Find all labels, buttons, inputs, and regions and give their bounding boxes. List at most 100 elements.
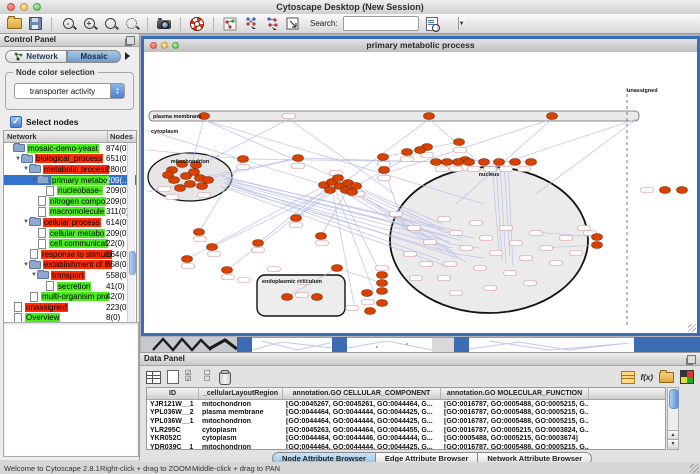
tree-row[interactable]: ▼primary metabo209(... (4, 175, 136, 186)
network-node[interactable] (207, 244, 218, 251)
tree-row[interactable]: ▼establishment of lo558(0) (4, 260, 136, 271)
tree-row[interactable]: macromolecule311(0) (4, 207, 136, 218)
tree-row[interactable]: secretion41(0) (4, 281, 136, 292)
import-table-icon[interactable] (621, 371, 635, 384)
column-header[interactable]: annotation.GO CELLULAR_COMPONENT (283, 388, 441, 399)
network-node[interactable] (377, 272, 388, 279)
network-window-titlebar[interactable]: primary metabolic process (144, 39, 697, 53)
new-attribute-icon[interactable] (167, 370, 179, 384)
window-fragment[interactable] (252, 337, 332, 352)
network-node[interactable] (377, 280, 388, 287)
network-node[interactable] (424, 113, 435, 120)
table-scrollbar[interactable]: ▲ ▼ (667, 387, 679, 450)
minimize-window-icon[interactable] (20, 3, 28, 11)
float-panel-icon[interactable] (687, 355, 696, 364)
matrix-heatmap-icon[interactable] (680, 370, 694, 384)
network-node[interactable] (660, 187, 671, 194)
network-node[interactable] (365, 308, 376, 315)
table-scrollbar-thumb[interactable] (669, 389, 679, 409)
zoom-in-icon[interactable]: + (81, 16, 97, 32)
tree-row[interactable]: ▼transport558(0) (4, 270, 136, 281)
window-resize-grip[interactable] (688, 324, 696, 332)
network-node[interactable] (454, 139, 465, 146)
unselect-attributes-icon[interactable] (204, 371, 213, 383)
network-node[interactable] (431, 159, 442, 166)
birds-eye-view[interactable] (3, 322, 139, 457)
tree-row[interactable]: multi-organism pro42(0) (4, 291, 136, 302)
select-nodes-checkbox[interactable]: ✓ (10, 116, 22, 128)
app-resize-grip[interactable] (690, 464, 699, 473)
network-node[interactable] (379, 167, 390, 174)
network-node[interactable] (332, 265, 343, 272)
network-node[interactable] (291, 215, 302, 222)
tree-row[interactable]: ▼metabolic process280(0) (4, 164, 136, 175)
tree-row[interactable]: unassigned223(0) (4, 302, 136, 313)
float-panel-icon[interactable] (126, 36, 135, 45)
table-row[interactable]: YPL036W__2plasma membrane[GO:0044464, GO… (147, 409, 665, 418)
window-fragment[interactable] (634, 337, 700, 352)
tree-row[interactable]: cellular metabo209(0) (4, 228, 136, 239)
zoom-window-icon[interactable] (172, 42, 179, 49)
select-attributes-icon[interactable] (185, 371, 198, 383)
window-fragment[interactable] (469, 337, 634, 352)
tree-scrollbar-thumb[interactable] (129, 251, 136, 275)
formula-fx-icon[interactable]: f(x) (641, 373, 653, 382)
more-tabs-arrow-icon[interactable] (125, 52, 130, 60)
network-a-icon[interactable] (222, 16, 238, 32)
network-node[interactable] (362, 290, 373, 297)
network-node[interactable] (402, 149, 413, 156)
zoom-fit-icon[interactable] (102, 16, 118, 32)
network-node[interactable] (203, 177, 214, 184)
column-header[interactable]: ID (147, 388, 199, 399)
network-node[interactable] (510, 159, 521, 166)
tree-row[interactable]: cell communicat22(0) (4, 238, 136, 249)
network-node[interactable] (222, 267, 233, 274)
network-node[interactable] (182, 256, 193, 263)
tree-row[interactable]: ▼biological_process651(0) (4, 154, 136, 165)
network-node[interactable] (377, 288, 388, 295)
plasma-membrane-region[interactable] (149, 111, 639, 121)
network-node[interactable] (442, 159, 453, 166)
network-node[interactable] (453, 159, 464, 166)
network-node[interactable] (526, 159, 537, 166)
open-session-icon[interactable] (6, 16, 22, 32)
network-node[interactable] (293, 155, 304, 162)
tree-row[interactable]: mosaic-demo-yeast874(0) (4, 143, 136, 154)
window-fragment[interactable] (454, 337, 469, 352)
network-node[interactable] (378, 154, 389, 161)
tree-row[interactable]: nucleobase-209(0) (4, 185, 136, 196)
network-node[interactable] (194, 229, 205, 236)
snapshot-camera-icon[interactable] (156, 16, 172, 32)
delete-attribute-icon[interactable] (219, 372, 231, 385)
zoom-window-icon[interactable] (33, 3, 41, 11)
close-window-icon[interactable] (7, 3, 15, 11)
tree-scrollbar[interactable] (127, 143, 135, 332)
network-node[interactable] (163, 172, 174, 179)
tree-header-nodes[interactable]: Nodes (108, 131, 136, 142)
search-dropdown-arrow-icon[interactable]: ▼ (458, 17, 465, 30)
network-node[interactable] (333, 175, 344, 182)
network-node[interactable] (415, 147, 426, 154)
network-node[interactable] (175, 185, 186, 192)
tree-row[interactable]: response to stimulu264(0) (4, 249, 136, 260)
tab-network[interactable]: Network (5, 50, 67, 63)
network-node[interactable] (592, 242, 603, 249)
window-fragment[interactable] (237, 337, 252, 352)
table-grid-icon[interactable] (146, 371, 161, 384)
network-node[interactable] (312, 294, 323, 301)
network-node[interactable] (547, 113, 558, 120)
minimize-window-icon[interactable] (161, 42, 168, 49)
zoom-out-icon[interactable]: - (60, 16, 76, 32)
network-node[interactable] (282, 294, 293, 301)
network-node[interactable] (316, 233, 327, 240)
tree-row[interactable]: ▼cellular process614(0) (4, 217, 136, 228)
network-node[interactable] (464, 159, 475, 166)
network-node[interactable] (189, 169, 200, 176)
column-header[interactable]: _cellularLayoutRegion (199, 388, 283, 399)
network-node[interactable] (677, 187, 688, 194)
search-field[interactable]: ▼ (343, 16, 419, 31)
scroll-down-icon[interactable]: ▼ (668, 439, 678, 449)
annotation-box-icon[interactable] (285, 16, 301, 32)
window-fragment[interactable] (432, 337, 454, 352)
tab-mosaic[interactable]: Mosaic (67, 50, 121, 63)
